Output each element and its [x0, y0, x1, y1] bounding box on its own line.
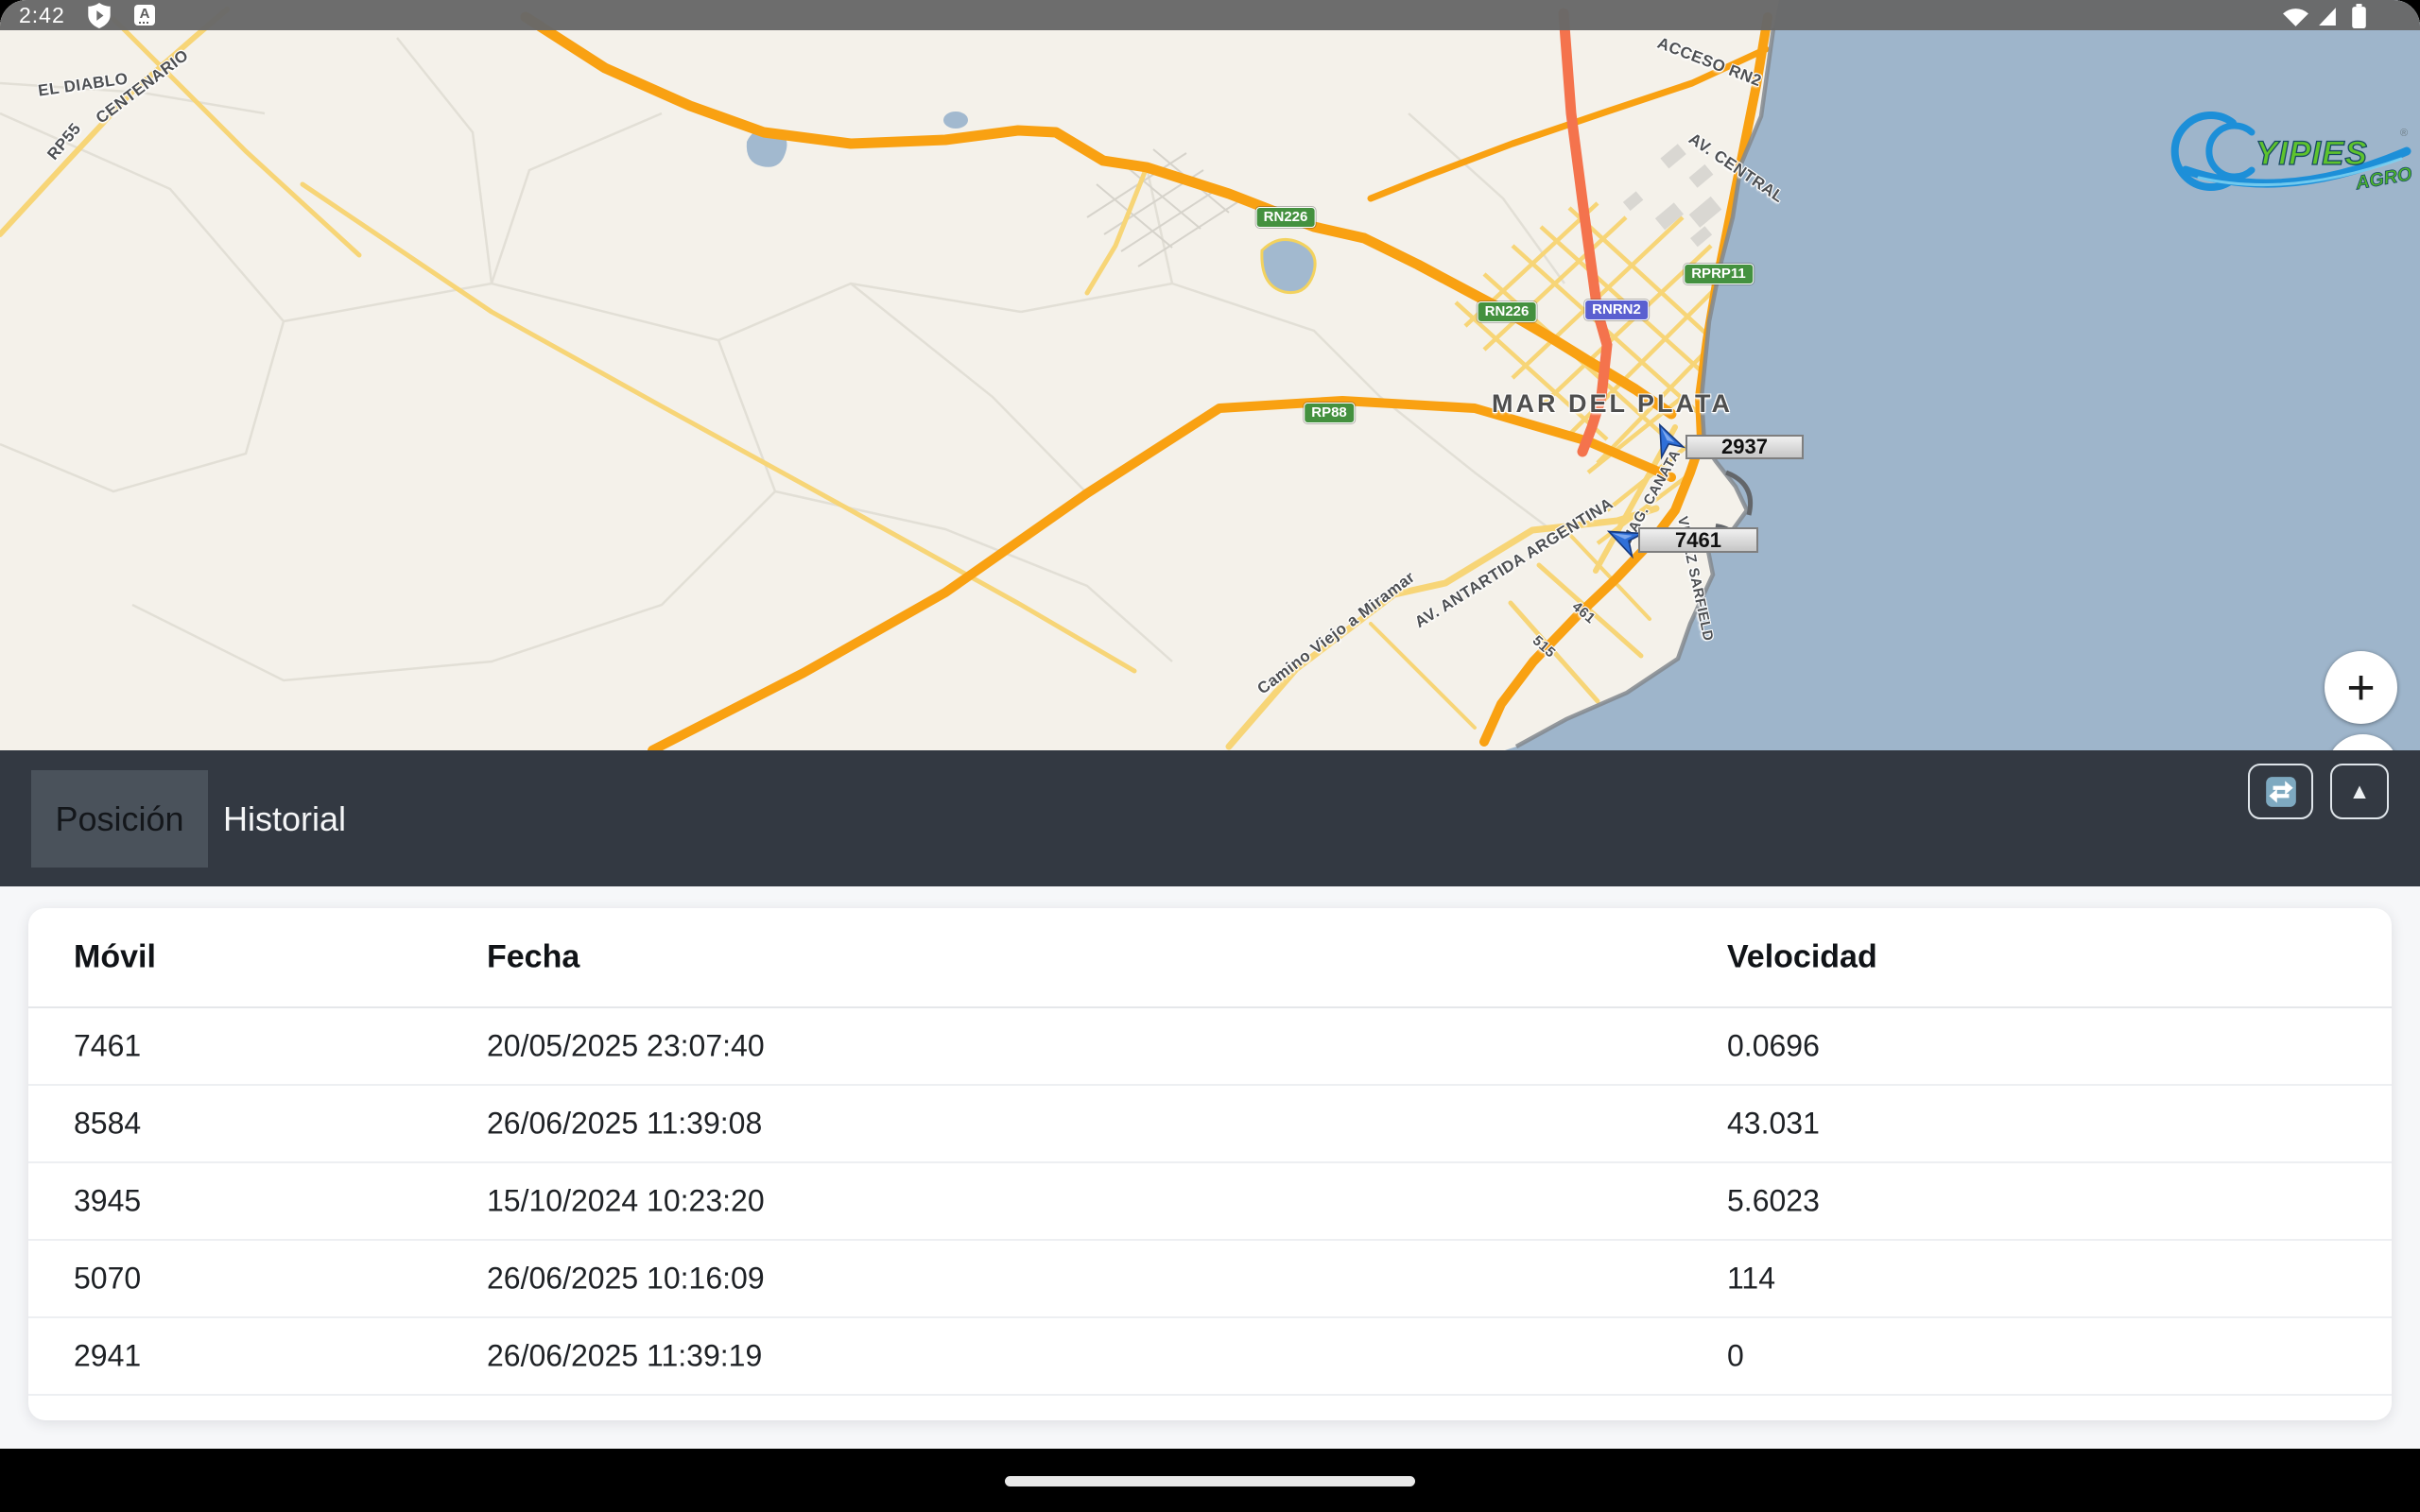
column-header-velocidad: Velocidad [1727, 939, 1877, 976]
brand-logo-text: YIPIES [2256, 135, 2368, 172]
cell-velocidad: 0 [1727, 1339, 1744, 1374]
tab-posicion[interactable]: Posición [31, 770, 208, 868]
status-time: 2:42 [19, 3, 65, 28]
cell-movil: 7461 [74, 1029, 141, 1064]
refresh-icon [2263, 774, 2299, 810]
map-zoom-in-button[interactable]: + [2325, 651, 2397, 724]
route-badge-rn2: RNRN2 [1584, 300, 1649, 320]
translate-app-icon: A [134, 5, 155, 26]
battery-icon [2351, 4, 2367, 28]
tab-historial[interactable]: Historial [223, 770, 346, 868]
cell-velocidad: 43.031 [1727, 1107, 1820, 1142]
home-indicator[interactable] [1005, 1476, 1415, 1486]
cell-fecha: 20/05/2025 23:07:40 [487, 1029, 765, 1064]
brand-logo: YIPIES AGRO ® [2170, 112, 2416, 198]
column-header-fecha: Fecha [487, 939, 579, 976]
cell-velocidad: 0.0696 [1727, 1029, 1820, 1064]
cell-fecha: 26/06/2025 11:39:19 [487, 1339, 762, 1374]
table-row[interactable]: 3945 15/10/2024 10:23:20 5.6023 [28, 1163, 2392, 1241]
triangle-up-icon: ▲ [2349, 779, 2371, 804]
status-bar: 2:42 A [0, 0, 2420, 30]
map-canvas[interactable]: EL DIABLO CENTENARIO RP55 ACCESO RN2 AV.… [0, 0, 2420, 750]
table-row[interactable]: 2941 26/06/2025 11:39:19 0 [28, 1318, 2392, 1396]
cell-movil: 8584 [74, 1107, 141, 1142]
collapse-panel-button[interactable]: ▲ [2330, 764, 2389, 819]
table-header-row: Móvil Fecha Velocidad [28, 908, 2392, 1008]
column-header-movil: Móvil [74, 939, 156, 976]
play-protect-shield-icon [87, 3, 112, 28]
cell-movil: 5070 [74, 1262, 141, 1297]
cell-movil: 2941 [74, 1339, 141, 1374]
cell-velocidad: 5.6023 [1727, 1184, 1820, 1219]
cell-fecha: 15/10/2024 10:23:20 [487, 1184, 765, 1219]
registered-mark-icon: ® [2400, 128, 2408, 139]
map-graphics [0, 0, 2420, 750]
cell-movil: 3945 [74, 1184, 141, 1219]
map-label-city: MAR DEL PLATA [1492, 389, 1733, 419]
table-row[interactable]: 7461 20/05/2025 23:07:40 0.0696 [28, 1008, 2392, 1086]
refresh-button[interactable] [2248, 764, 2313, 819]
tab-posicion-label: Posición [55, 799, 183, 839]
plus-icon: + [2346, 660, 2375, 716]
route-badge-rp88: RP88 [1304, 403, 1355, 423]
position-table-card: Móvil Fecha Velocidad 7461 20/05/2025 23… [28, 908, 2392, 1420]
vehicle-marker-label-7461[interactable]: 7461 [1638, 527, 1758, 553]
route-badge-rp11: RPRP11 [1684, 264, 1754, 284]
cell-fecha: 26/06/2025 11:39:08 [487, 1107, 762, 1142]
system-navigation-bar [0, 1449, 2420, 1512]
table-row[interactable]: 5070 26/06/2025 10:16:09 114 [28, 1241, 2392, 1318]
bottom-sheet-tab-bar: Posición Historial ▲ [0, 750, 2420, 886]
wifi-icon [2282, 6, 2309, 26]
app-screen: EL DIABLO CENTENARIO RP55 ACCESO RN2 AV.… [0, 0, 2420, 1512]
a-letter: A [140, 6, 150, 22]
table-row[interactable]: 8584 26/06/2025 11:39:08 43.031 [28, 1086, 2392, 1163]
vehicle-marker-label-2937[interactable]: 2937 [1685, 435, 1804, 459]
cell-fecha: 26/06/2025 10:16:09 [487, 1262, 765, 1297]
route-badge-rn226-city: RN226 [1478, 301, 1537, 322]
tab-historial-label: Historial [223, 799, 346, 839]
cell-velocidad: 114 [1727, 1262, 1775, 1297]
cell-signal-icon [2318, 7, 2337, 26]
route-badge-rn226-west: RN226 [1256, 207, 1316, 228]
